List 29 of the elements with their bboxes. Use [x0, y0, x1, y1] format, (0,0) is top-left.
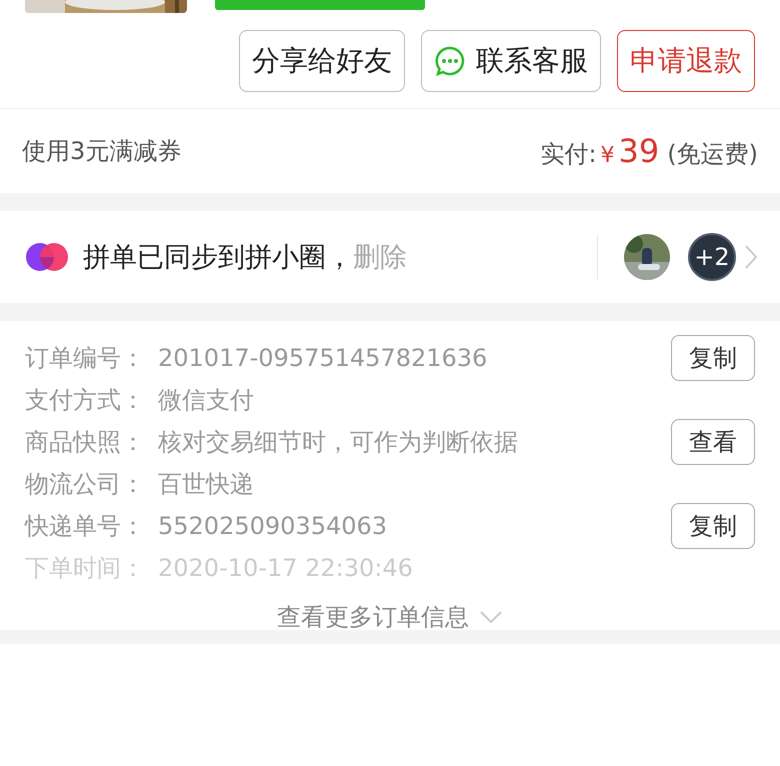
chevron-down-icon[interactable] [479, 610, 503, 624]
row-action-button[interactable]: 复制 [671, 503, 755, 549]
field-label: 快递单号： [25, 511, 146, 542]
field-value: 微信支付 [158, 385, 255, 416]
chevron-right-icon[interactable] [744, 244, 758, 270]
circle-logo-icon [25, 242, 69, 272]
paid-label: 实付: [540, 139, 597, 170]
field-value: 百世快递 [158, 469, 255, 500]
field-label: 支付方式： [25, 385, 146, 416]
shipping-note: (免运费) [667, 139, 758, 170]
field-label: 商品快照： [25, 427, 146, 458]
contact-service-button[interactable]: 联系客服 [421, 30, 601, 92]
chat-icon [434, 45, 466, 77]
field-label: 订单编号： [25, 343, 146, 374]
paid-amount: 39 [618, 132, 660, 170]
guarantee-badge[interactable] [215, 0, 425, 10]
field-value: 核对交易细节时，可作为判断依据 [158, 427, 519, 458]
refund-button[interactable]: 申请退款 [617, 30, 755, 92]
field-value: 552025090354063 [158, 512, 388, 540]
row-action-button[interactable]: 查看 [671, 419, 755, 465]
field-value: 201017-095751457821636 [158, 344, 488, 372]
sync-message: 拼单已同步到拼小圈， [83, 241, 353, 275]
member-count[interactable]: +2 [688, 233, 736, 281]
row-action-button[interactable]: 复制 [671, 335, 755, 381]
field-label: 物流公司： [25, 469, 146, 500]
currency-symbol: ¥ [600, 143, 615, 168]
more-info-link[interactable]: 查看更多订单信息 [277, 601, 469, 633]
share-button[interactable]: 分享给好友 [239, 30, 405, 92]
coupon-text: 使用3元满减券 [22, 136, 182, 167]
